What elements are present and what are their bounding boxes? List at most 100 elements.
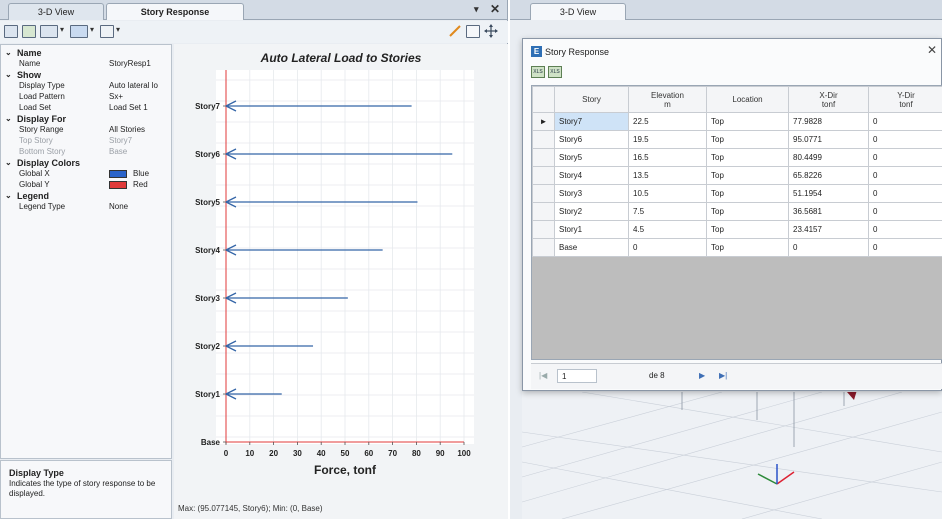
cell-story[interactable]: Story7 bbox=[554, 112, 629, 131]
table-row[interactable]: Story3 10.5 Top 51.1954 0 bbox=[532, 184, 942, 203]
cell-location[interactable]: Top bbox=[706, 238, 789, 257]
row-selector[interactable] bbox=[532, 130, 555, 149]
cell-location[interactable]: Top bbox=[706, 202, 789, 221]
pan-icon[interactable] bbox=[484, 24, 498, 38]
cell-location[interactable]: Top bbox=[706, 184, 789, 203]
table-row[interactable]: Story4 13.5 Top 65.8226 0 bbox=[532, 166, 942, 185]
chevron-down-icon[interactable]: ⌄ bbox=[5, 48, 12, 58]
chart-settings-icon[interactable] bbox=[466, 25, 480, 38]
cell-y-dir[interactable]: 0 bbox=[868, 112, 942, 131]
cell-x-dir[interactable]: 95.0771 bbox=[788, 130, 869, 149]
cell-elevation[interactable]: 7.5 bbox=[628, 202, 707, 221]
close-pane-icon[interactable]: ✕ bbox=[490, 2, 500, 16]
column-header-story[interactable]: Story bbox=[554, 86, 629, 113]
cell-story[interactable]: Story5 bbox=[554, 148, 629, 167]
prop-row-name[interactable]: Name StoryResp1 bbox=[1, 59, 171, 69]
cell-location[interactable]: Top bbox=[706, 148, 789, 167]
save-icon[interactable] bbox=[4, 25, 18, 38]
table-row[interactable]: Base 0 Top 0 0 bbox=[532, 238, 942, 257]
cell-y-dir[interactable]: 0 bbox=[868, 130, 942, 149]
column-header-location[interactable]: Location bbox=[706, 86, 789, 113]
chevron-down-icon[interactable]: ▾ bbox=[116, 25, 120, 34]
prop-row-global-x[interactable]: Global X Blue bbox=[1, 169, 171, 179]
row-selector[interactable] bbox=[532, 166, 555, 185]
cell-location[interactable]: Top bbox=[706, 166, 789, 185]
cell-y-dir[interactable]: 0 bbox=[868, 148, 942, 167]
cell-elevation[interactable]: 13.5 bbox=[628, 166, 707, 185]
tab-story-response[interactable]: Story Response bbox=[106, 3, 244, 20]
pencil-icon[interactable] bbox=[448, 24, 462, 38]
cell-story[interactable]: Story3 bbox=[554, 184, 629, 203]
chevron-down-icon[interactable]: ⌄ bbox=[5, 114, 12, 124]
table-row[interactable]: Story1 4.5 Top 23.4157 0 bbox=[532, 220, 942, 239]
cell-x-dir[interactable]: 65.8226 bbox=[788, 166, 869, 185]
prop-row-display-type[interactable]: Display Type Auto lateral lo bbox=[1, 81, 171, 91]
row-selector[interactable]: ► bbox=[532, 112, 555, 131]
row-selector[interactable] bbox=[532, 238, 555, 257]
column-header-x-dir[interactable]: X-Dir tonf bbox=[788, 86, 869, 113]
cell-story[interactable]: Base bbox=[554, 238, 629, 257]
export-icon[interactable] bbox=[100, 25, 114, 38]
cell-elevation[interactable]: 19.5 bbox=[628, 130, 707, 149]
chevron-down-icon[interactable]: ▾ bbox=[60, 25, 64, 34]
cell-x-dir[interactable]: 51.1954 bbox=[788, 184, 869, 203]
tab-menu-icon[interactable]: ▾ bbox=[474, 4, 479, 15]
color-swatch-global-y[interactable] bbox=[109, 181, 127, 189]
cell-y-dir[interactable]: 0 bbox=[868, 166, 942, 185]
page-number-input[interactable]: 1 bbox=[557, 369, 597, 383]
export-excel-icon[interactable]: XLS bbox=[531, 66, 545, 78]
row-selector[interactable] bbox=[532, 220, 555, 239]
table-row[interactable]: Story6 19.5 Top 95.0771 0 bbox=[532, 130, 942, 149]
column-header-elevation[interactable]: Elevation m bbox=[628, 86, 707, 113]
chevron-down-icon[interactable]: ⌄ bbox=[5, 70, 12, 80]
category-name[interactable]: ⌄ Name bbox=[1, 48, 171, 58]
cell-x-dir[interactable]: 36.5681 bbox=[788, 202, 869, 221]
cell-location[interactable]: Top bbox=[706, 112, 789, 131]
row-selector[interactable] bbox=[532, 184, 555, 203]
last-page-icon[interactable]: ▶| bbox=[719, 371, 727, 380]
cell-elevation[interactable]: 22.5 bbox=[628, 112, 707, 131]
tab-3d-view-right[interactable]: 3-D View bbox=[530, 3, 626, 20]
cell-y-dir[interactable]: 0 bbox=[868, 184, 942, 203]
prop-row-global-y[interactable]: Global Y Red bbox=[1, 180, 171, 190]
export-excel-formatted-icon[interactable]: XLS bbox=[548, 66, 562, 78]
prop-row-load-pattern[interactable]: Load Pattern Sx+ bbox=[1, 92, 171, 102]
row-selector[interactable] bbox=[532, 148, 555, 167]
cell-x-dir[interactable]: 23.4157 bbox=[788, 220, 869, 239]
cell-story[interactable]: Story6 bbox=[554, 130, 629, 149]
cell-x-dir[interactable]: 77.9828 bbox=[788, 112, 869, 131]
cell-elevation[interactable]: 16.5 bbox=[628, 148, 707, 167]
cell-elevation[interactable]: 4.5 bbox=[628, 220, 707, 239]
cell-location[interactable]: Top bbox=[706, 220, 789, 239]
cell-story[interactable]: Story1 bbox=[554, 220, 629, 239]
3d-model-view[interactable] bbox=[522, 392, 942, 519]
display-options-icon[interactable] bbox=[40, 25, 58, 38]
print-icon[interactable] bbox=[22, 25, 36, 38]
cell-y-dir[interactable]: 0 bbox=[868, 202, 942, 221]
prop-row-load-set[interactable]: Load Set Load Set 1 bbox=[1, 103, 171, 113]
cell-elevation[interactable]: 10.5 bbox=[628, 184, 707, 203]
tab-3d-view[interactable]: 3-D View bbox=[8, 3, 104, 20]
category-display-for[interactable]: ⌄ Display For bbox=[1, 114, 171, 124]
category-show[interactable]: ⌄ Show bbox=[1, 70, 171, 80]
color-swatch-global-x[interactable] bbox=[109, 170, 127, 178]
table-row[interactable]: ► Story7 22.5 Top 77.9828 0 bbox=[532, 112, 942, 131]
cell-y-dir[interactable]: 0 bbox=[868, 238, 942, 257]
cell-x-dir[interactable]: 80.4499 bbox=[788, 148, 869, 167]
cell-location[interactable]: Top bbox=[706, 130, 789, 149]
category-display-colors[interactable]: ⌄ Display Colors bbox=[1, 158, 171, 168]
chevron-down-icon[interactable]: ▾ bbox=[90, 25, 94, 34]
category-legend[interactable]: ⌄ Legend bbox=[1, 191, 171, 201]
prop-row-legend-type[interactable]: Legend Type None bbox=[1, 202, 171, 212]
cell-x-dir[interactable]: 0 bbox=[788, 238, 869, 257]
prop-row-story-range[interactable]: Story Range All Stories bbox=[1, 125, 171, 135]
cell-story[interactable]: Story2 bbox=[554, 202, 629, 221]
chart-area[interactable]: 0 10 20 30 40 50 60 70 80 90 100 Force, tonf Base Sto… bbox=[174, 44, 508, 519]
story-response-dialog[interactable]: E Story Response ✕ XLS XLS Story Elevati… bbox=[522, 38, 942, 391]
table-row[interactable]: Story2 7.5 Top 36.5681 0 bbox=[532, 202, 942, 221]
column-header-y-dir[interactable]: Y-Dir tonf bbox=[868, 86, 942, 113]
first-page-icon[interactable]: |◀ bbox=[539, 371, 547, 380]
close-icon[interactable]: ✕ bbox=[927, 43, 937, 57]
chevron-down-icon[interactable]: ⌄ bbox=[5, 191, 12, 201]
cell-y-dir[interactable]: 0 bbox=[868, 220, 942, 239]
